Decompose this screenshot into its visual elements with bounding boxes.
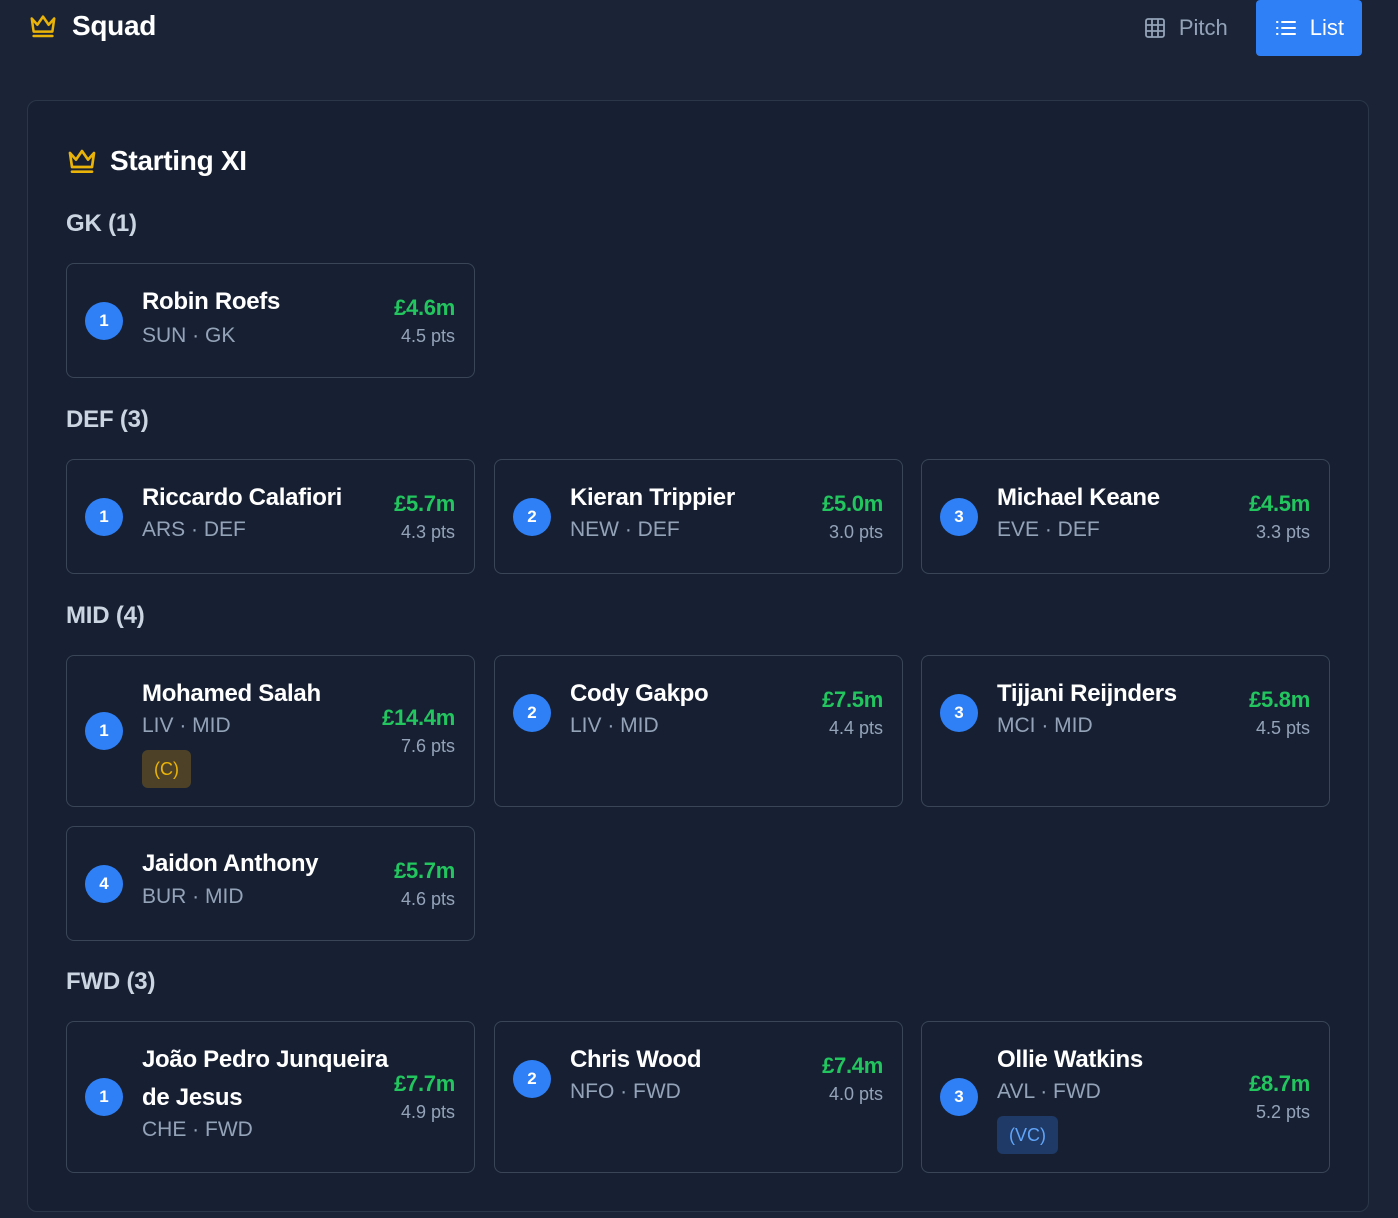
player-price: £4.6m [394, 295, 455, 320]
player-number: 1 [85, 712, 123, 750]
pitch-view-button[interactable]: Pitch [1123, 0, 1244, 56]
player-card[interactable]: 3 Tijjani Reijnders MCI · MID £5.8m 4.5 … [921, 655, 1330, 807]
player-card[interactable]: 2 Kieran Trippier NEW · DEF £5.0m 3.0 pt… [494, 459, 903, 574]
player-card[interactable]: 1 Robin Roefs SUN · GK £4.6m 4.5 pts [66, 263, 475, 378]
player-number: 3 [940, 694, 978, 732]
player-price: £5.7m [394, 491, 455, 516]
brand: Squad [28, 10, 156, 42]
player-team-position: BUR · MID [142, 885, 244, 908]
player-price: £5.8m [1249, 687, 1310, 712]
player-name: João Pedro Junqueira de Jesus [142, 1046, 389, 1111]
player-team-position: NFO · FWD [570, 1080, 681, 1103]
player-number: 3 [940, 498, 978, 536]
player-number: 4 [85, 865, 123, 903]
player-name: Robin Roefs [142, 288, 281, 315]
player-price: £7.4m [822, 1053, 883, 1078]
player-price: £14.4m [382, 705, 455, 730]
panel-title: Starting XI [110, 145, 247, 176]
top-bar: Squad Pitch List [0, 0, 1398, 60]
player-points: 4.4 pts [828, 718, 883, 738]
player-card[interactable]: 3 Michael Keane EVE · DEF £4.5m 3.3 pts [921, 459, 1330, 574]
player-team-position: NEW · DEF [570, 518, 680, 541]
player-points: 3.3 pts [1255, 522, 1310, 542]
player-price: £4.5m [1249, 491, 1310, 516]
player-price: £7.5m [822, 687, 883, 712]
player-name: Tijjani Reijnders [997, 680, 1177, 707]
player-name: Jaidon Anthony [142, 850, 319, 877]
grid-icon [1144, 18, 1165, 38]
player-team-position: MCI · MID [997, 714, 1093, 737]
group-label-gk: GK (1) [66, 210, 137, 237]
player-card[interactable]: 1 Riccardo Calafiori ARS · DEF £5.7m 4.3… [66, 459, 475, 574]
player-number: 2 [513, 1060, 551, 1098]
player-name: Cody Gakpo [570, 680, 709, 707]
player-card[interactable]: 1 João Pedro Junqueira de Jesus CHE · FW… [66, 1021, 475, 1173]
player-number: 2 [513, 694, 551, 732]
player-name: Ollie Watkins [997, 1046, 1143, 1073]
player-points: 4.3 pts [400, 522, 455, 542]
crown-icon [68, 149, 96, 173]
list-view-button[interactable]: List [1255, 0, 1362, 56]
list-view-label: List [1309, 15, 1344, 40]
player-card[interactable]: 2 Chris Wood NFO · FWD £7.4m 4.0 pts [494, 1021, 903, 1173]
player-name: Kieran Trippier [570, 484, 735, 511]
player-team-position: SUN · GK [142, 324, 236, 347]
player-points: 4.5 pts [1255, 718, 1310, 738]
player-number: 1 [85, 498, 123, 536]
pitch-view-label: Pitch [1178, 15, 1228, 40]
player-team-position: EVE · DEF [997, 518, 1100, 541]
vice-captain-badge: (VC) [997, 1116, 1058, 1154]
player-number: 1 [85, 1078, 123, 1116]
view-toggle: Pitch List [1123, 0, 1362, 56]
player-card[interactable]: 4 Jaidon Anthony BUR · MID £5.7m 4.6 pts [66, 826, 475, 941]
player-name: Michael Keane [997, 484, 1160, 511]
player-number: 3 [940, 1078, 978, 1116]
player-name: Riccardo Calafiori [142, 484, 342, 511]
player-name: Mohamed Salah [142, 680, 321, 707]
player-card[interactable]: 3 Ollie Watkins AVL · FWD (VC) £8.7m 5.2… [921, 1021, 1330, 1173]
player-price: £5.0m [822, 491, 883, 516]
starting-xi-panel: Starting XI GK (1) 1 Robin Roefs SUN · G… [27, 100, 1369, 1212]
player-number: 2 [513, 498, 551, 536]
player-team-position: ARS · DEF [142, 518, 246, 541]
panel-header: Starting XI [66, 145, 247, 177]
player-points: 3.0 pts [828, 522, 883, 542]
player-name: Chris Wood [570, 1046, 702, 1073]
captain-badge: (C) [142, 750, 191, 788]
player-points: 7.6 pts [400, 736, 455, 756]
crown-icon [30, 15, 56, 38]
list-icon [1275, 21, 1296, 35]
player-price: £7.7m [394, 1071, 455, 1096]
player-price: £8.7m [1249, 1071, 1310, 1096]
player-number: 1 [85, 302, 123, 340]
player-team-position: AVL · FWD [997, 1080, 1101, 1103]
group-label-fwd: FWD (3) [66, 968, 156, 995]
player-card[interactable]: 2 Cody Gakpo LIV · MID £7.5m 4.4 pts [494, 655, 903, 807]
group-label-mid: MID (4) [66, 602, 145, 629]
player-team-position: CHE · FWD [142, 1118, 253, 1141]
player-points: 4.0 pts [828, 1084, 883, 1104]
page-title: Squad [72, 10, 157, 41]
player-card[interactable]: 1 Mohamed Salah LIV · MID (C) £14.4m 7.6… [66, 655, 475, 807]
group-label-def: DEF (3) [66, 406, 149, 433]
player-points: 4.6 pts [400, 889, 455, 909]
player-team-position: LIV · MID [142, 714, 231, 737]
player-team-position: LIV · MID [570, 714, 659, 737]
player-price: £5.7m [394, 858, 455, 883]
player-points: 4.5 pts [400, 326, 455, 346]
player-points: 5.2 pts [1255, 1102, 1310, 1122]
player-points: 4.9 pts [400, 1102, 455, 1122]
